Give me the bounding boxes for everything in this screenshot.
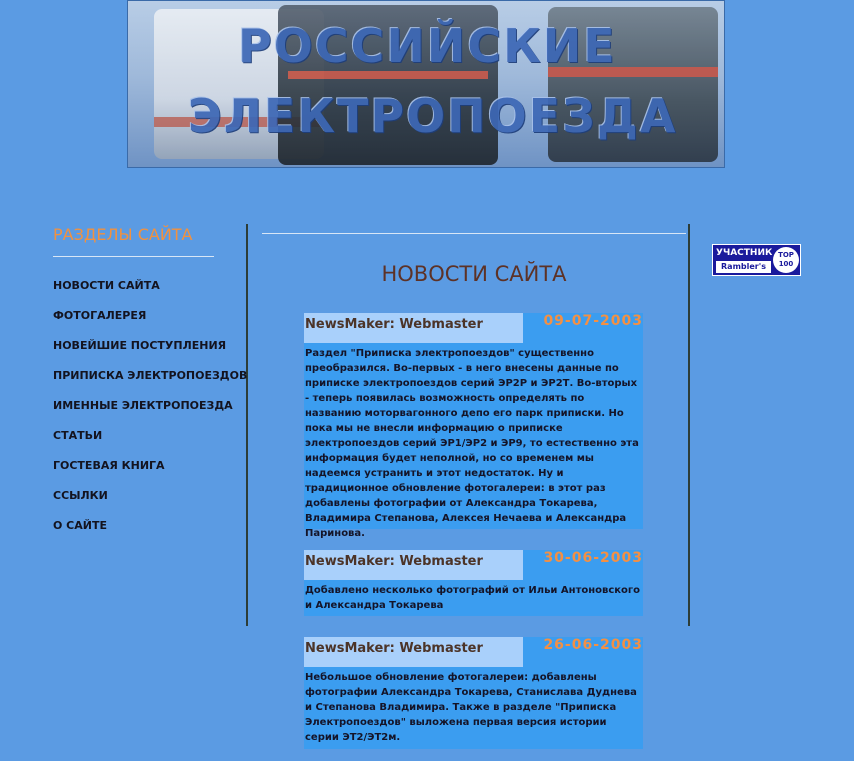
page-title: НОВОСТИ САЙТА	[381, 262, 567, 286]
news-author: NewsMaker: Webmaster	[304, 313, 523, 343]
banner-title-line1: РОССИЙСКИЕ	[238, 19, 617, 73]
news-header: NewsMaker: Webmaster 09-07-2003	[304, 313, 643, 343]
rambler-participant-label: УЧАСТНИК	[716, 248, 773, 258]
rambler-circle-top: TOP	[778, 251, 794, 259]
content-top-rule	[262, 233, 686, 234]
nav-item-articles[interactable]: СТАТЬИ	[53, 429, 102, 442]
nav-item-train-assignment[interactable]: ПРИПИСКА ЭЛЕКТРОПОЕЗДОВ	[53, 369, 247, 382]
news-header: NewsMaker: Webmaster 26-06-2003	[304, 637, 643, 667]
nav-item-named-trains[interactable]: ИМЕННЫЕ ЭЛЕКТРОПОЕЗДА	[53, 399, 233, 412]
news-text: Небольшое обновление фотогалереи: добавл…	[304, 667, 643, 749]
nav-item-photogallery[interactable]: ФОТОГАЛЕРЕЯ	[53, 309, 146, 322]
rambler-name-label: Rambler's	[716, 261, 771, 273]
news-date: 09-07-2003	[523, 313, 643, 343]
rambler-top100-circle: TOP 100	[773, 247, 799, 273]
banner-title-line2: ЭЛЕКТРОПОЕЗДА	[188, 89, 678, 143]
sidebar-title-rule	[53, 256, 214, 257]
news-date: 26-06-2003	[523, 637, 643, 667]
news-author: NewsMaker: Webmaster	[304, 550, 523, 580]
nav-item-links[interactable]: ССЫЛКИ	[53, 489, 108, 502]
news-date: 30-06-2003	[523, 550, 643, 580]
nav-item-about[interactable]: О САЙТЕ	[53, 519, 107, 532]
news-author: NewsMaker: Webmaster	[304, 637, 523, 667]
site-banner: РОССИЙСКИЕ ЭЛЕКТРОПОЕЗДА	[127, 0, 725, 168]
sidebar-title: РАЗДЕЛЫ САЙТА	[53, 225, 193, 244]
news-text: Раздел "Приписка электропоездов" существ…	[304, 343, 643, 539]
rambler-top100-badge[interactable]: УЧАСТНИК Rambler's TOP 100	[712, 244, 801, 276]
sidebar-divider	[246, 224, 248, 626]
nav-item-guestbook[interactable]: ГОСТЕВАЯ КНИГА	[53, 459, 165, 472]
news-text: Добавлено несколько фотографий от Ильи А…	[304, 580, 643, 616]
nav-item-latest-additions[interactable]: НОВЕЙШИЕ ПОСТУПЛЕНИЯ	[53, 339, 226, 352]
news-header: NewsMaker: Webmaster 30-06-2003	[304, 550, 643, 580]
nav-item-news[interactable]: НОВОСТИ САЙТА	[53, 279, 160, 292]
rambler-circle-number: 100	[778, 260, 794, 268]
content-right-divider	[688, 224, 690, 626]
